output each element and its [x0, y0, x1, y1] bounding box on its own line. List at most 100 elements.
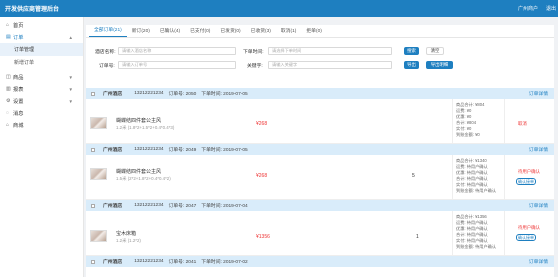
- confirm-order-button[interactable]: 确认接单: [516, 234, 536, 241]
- sidebar-item-home[interactable]: ⌂ 首页: [0, 19, 83, 31]
- order-amounts: 商品合计: ¥1356 运费: 待用户确认 优惠: 待用户确认 合计: 待用户确…: [456, 214, 496, 250]
- tab-new[interactable]: 新订(20): [127, 27, 155, 37]
- order-detail-link[interactable]: 订单详情: [529, 202, 548, 209]
- product-name: 蝴蝶结四件套公主风: [116, 169, 162, 175]
- app-title: 开发供应商管理后台: [5, 7, 60, 13]
- sidebar-subitem-new-order[interactable]: 新增订单: [0, 56, 83, 69]
- order-detail-link[interactable]: 订单详情: [529, 258, 548, 265]
- logout-link[interactable]: 退出: [546, 5, 556, 12]
- merchant-name[interactable]: 广州商户: [518, 5, 538, 12]
- product-spec: 1.2米 (1.8*2+1.5*2+0.4*0.4*3): [116, 125, 175, 130]
- order-time: 下单时间: 2019-07-05: [201, 148, 248, 153]
- order-time-label: 下单时间:: [243, 50, 264, 55]
- order-shop-name: 广州酒店: [103, 260, 123, 265]
- order-number: 订单号: 2041: [168, 260, 197, 265]
- shop-name-label: 酒店名称:: [95, 50, 116, 55]
- tab-paid[interactable]: 已支付(0): [185, 27, 215, 37]
- tab-all-orders[interactable]: 全部订单(21): [89, 26, 127, 37]
- order-status-tabs: 全部订单(21) 新订(20) 已确认(4) 已支付(0) 已发货(0) 已收货…: [86, 25, 554, 38]
- order-checkbox[interactable]: [91, 259, 95, 264]
- sidebar-item-label: 商城: [13, 122, 24, 129]
- order-row: 宝木床箱 1.2米 (1.2*2) ¥1356 1 商品合计: ¥1356 运费…: [86, 211, 554, 256]
- order-row: 蝴蝶结四件套公主风 1.5米 (2*2+1.8*2+0.4*0.4*2) ¥26…: [86, 155, 554, 200]
- goods-icon: ◫: [6, 74, 11, 80]
- product-name: 蝴蝶结四件套公主风: [116, 118, 162, 124]
- order-shop-name: 广州酒店: [103, 204, 123, 209]
- tab-received[interactable]: 已收货(3): [246, 27, 276, 37]
- product-spec: 1.5米 (2*2+1.8*2+0.4*0.4*2): [116, 176, 171, 181]
- product-quantity: 1: [416, 234, 419, 240]
- order-time: 下单时间: 2019-07-02: [201, 260, 248, 265]
- tab-confirmed[interactable]: 已确认(4): [155, 27, 185, 37]
- sidebar-subitem-order-management[interactable]: 订单管理: [0, 43, 83, 56]
- order-header: 广州酒店 13212221234 订单号: 2041 下单时间: 2019-07…: [86, 256, 554, 267]
- search-button[interactable]: 搜索: [404, 47, 419, 55]
- amount-line: 到账金额: ¥0: [456, 132, 480, 137]
- order-checkbox[interactable]: [91, 91, 95, 96]
- order-header: 广州酒店 13212221234 订单号: 2047 下单时间: 2019-07…: [86, 200, 554, 211]
- chevron-down-icon: ▼: [68, 98, 73, 104]
- column-divider: [452, 99, 453, 143]
- sidebar-item-label: 订单: [13, 34, 24, 41]
- export-detail-button[interactable]: 导出明细: [426, 61, 453, 69]
- message-icon: ◌: [6, 110, 9, 116]
- order-icon: ▤: [6, 34, 11, 40]
- order-detail-link[interactable]: 订单详情: [529, 146, 548, 153]
- chevron-down-icon: ▼: [68, 86, 73, 92]
- tab-shipped[interactable]: 已发货(0): [215, 27, 245, 37]
- order-header: 广州酒店 13212221234 订单号: 2050 下单时间: 2019-07…: [86, 88, 554, 99]
- tab-cancelled[interactable]: 取消(1): [276, 27, 301, 37]
- top-bar: 开发供应商管理后台 广州商户 退出: [0, 0, 558, 17]
- sidebar-item-label: 消息: [13, 110, 24, 117]
- shop-name-input[interactable]: 请输入酒店名称: [118, 47, 236, 55]
- home-icon: ⌂: [6, 22, 10, 28]
- amount-line: 到账金额: 待用户确认: [456, 244, 497, 249]
- order-list: 广州酒店 13212221234 订单号: 2050 下单时间: 2019-07…: [86, 88, 554, 267]
- product-image: [90, 117, 107, 129]
- order-shop-name: 广州酒店: [103, 148, 123, 153]
- sidebar-item-settings[interactable]: ⚙ 设置 ▼: [0, 95, 83, 107]
- order-time-input[interactable]: 请选择下单时间: [268, 47, 392, 55]
- product-quantity: 5: [412, 173, 415, 179]
- confirm-order-button[interactable]: 确认接单: [516, 178, 536, 185]
- clear-button[interactable]: 清空: [426, 47, 444, 55]
- order-no-label: 订单号:: [99, 64, 115, 69]
- sidebar-item-messages[interactable]: ◌ 消息: [0, 107, 83, 119]
- order-amounts: 商品合计: ¥1340 运费: 待用户确认 优惠: 待用户确认 合计: 待用户确…: [456, 158, 496, 194]
- column-divider: [504, 99, 505, 143]
- order-checkbox[interactable]: [91, 147, 95, 152]
- sidebar-item-goods[interactable]: ◫ 商品 ▼: [0, 71, 83, 83]
- column-divider: [452, 155, 453, 199]
- sidebar-item-label: 设置: [13, 98, 24, 105]
- order-phone: 13212221234: [134, 203, 164, 208]
- sidebar-item-label: 报表: [13, 86, 24, 93]
- column-divider: [504, 211, 505, 255]
- store-icon: ⌂: [6, 122, 10, 128]
- sidebar-item-reports[interactable]: ▥ 报表 ▼: [0, 83, 83, 95]
- order-amounts: 商品合计: ¥804 运费: ¥0 优惠: ¥0 合计: ¥804 实付: ¥0…: [456, 102, 484, 138]
- product-image: [90, 168, 107, 180]
- order-number: 订单号: 2050: [168, 92, 197, 97]
- order-number: 订单号: 2047: [168, 204, 197, 209]
- order-checkbox[interactable]: [91, 203, 95, 208]
- sidebar-item-orders[interactable]: ▤ 订单 ▲: [0, 31, 83, 43]
- order-status: 取消: [518, 121, 527, 126]
- order-no-input[interactable]: 请输入订单号: [118, 61, 236, 69]
- order-number: 订单号: 2049: [168, 148, 197, 153]
- product-name: 宝木床箱: [116, 231, 137, 237]
- column-divider: [452, 211, 453, 255]
- sidebar-item-store[interactable]: ⌂ 商城: [0, 119, 83, 131]
- order-phone: 13212221234: [134, 91, 164, 96]
- amount-line: 到账金额: 待用户确认: [456, 188, 497, 193]
- export-button[interactable]: 导出: [404, 61, 419, 69]
- keyword-input[interactable]: 请输入关键字: [268, 61, 392, 69]
- column-divider: [504, 155, 505, 199]
- order-time: 下单时间: 2019-07-04: [201, 204, 248, 209]
- sidebar-item-label: 商品: [13, 74, 24, 81]
- product-price: ¥268: [256, 121, 268, 127]
- product-price: ¥1356: [256, 234, 270, 240]
- settings-icon: ⚙: [6, 98, 11, 104]
- sidebar-item-label: 首页: [13, 22, 24, 29]
- order-detail-link[interactable]: 订单详情: [529, 90, 548, 97]
- tab-rejected[interactable]: 拒单(0): [301, 27, 326, 37]
